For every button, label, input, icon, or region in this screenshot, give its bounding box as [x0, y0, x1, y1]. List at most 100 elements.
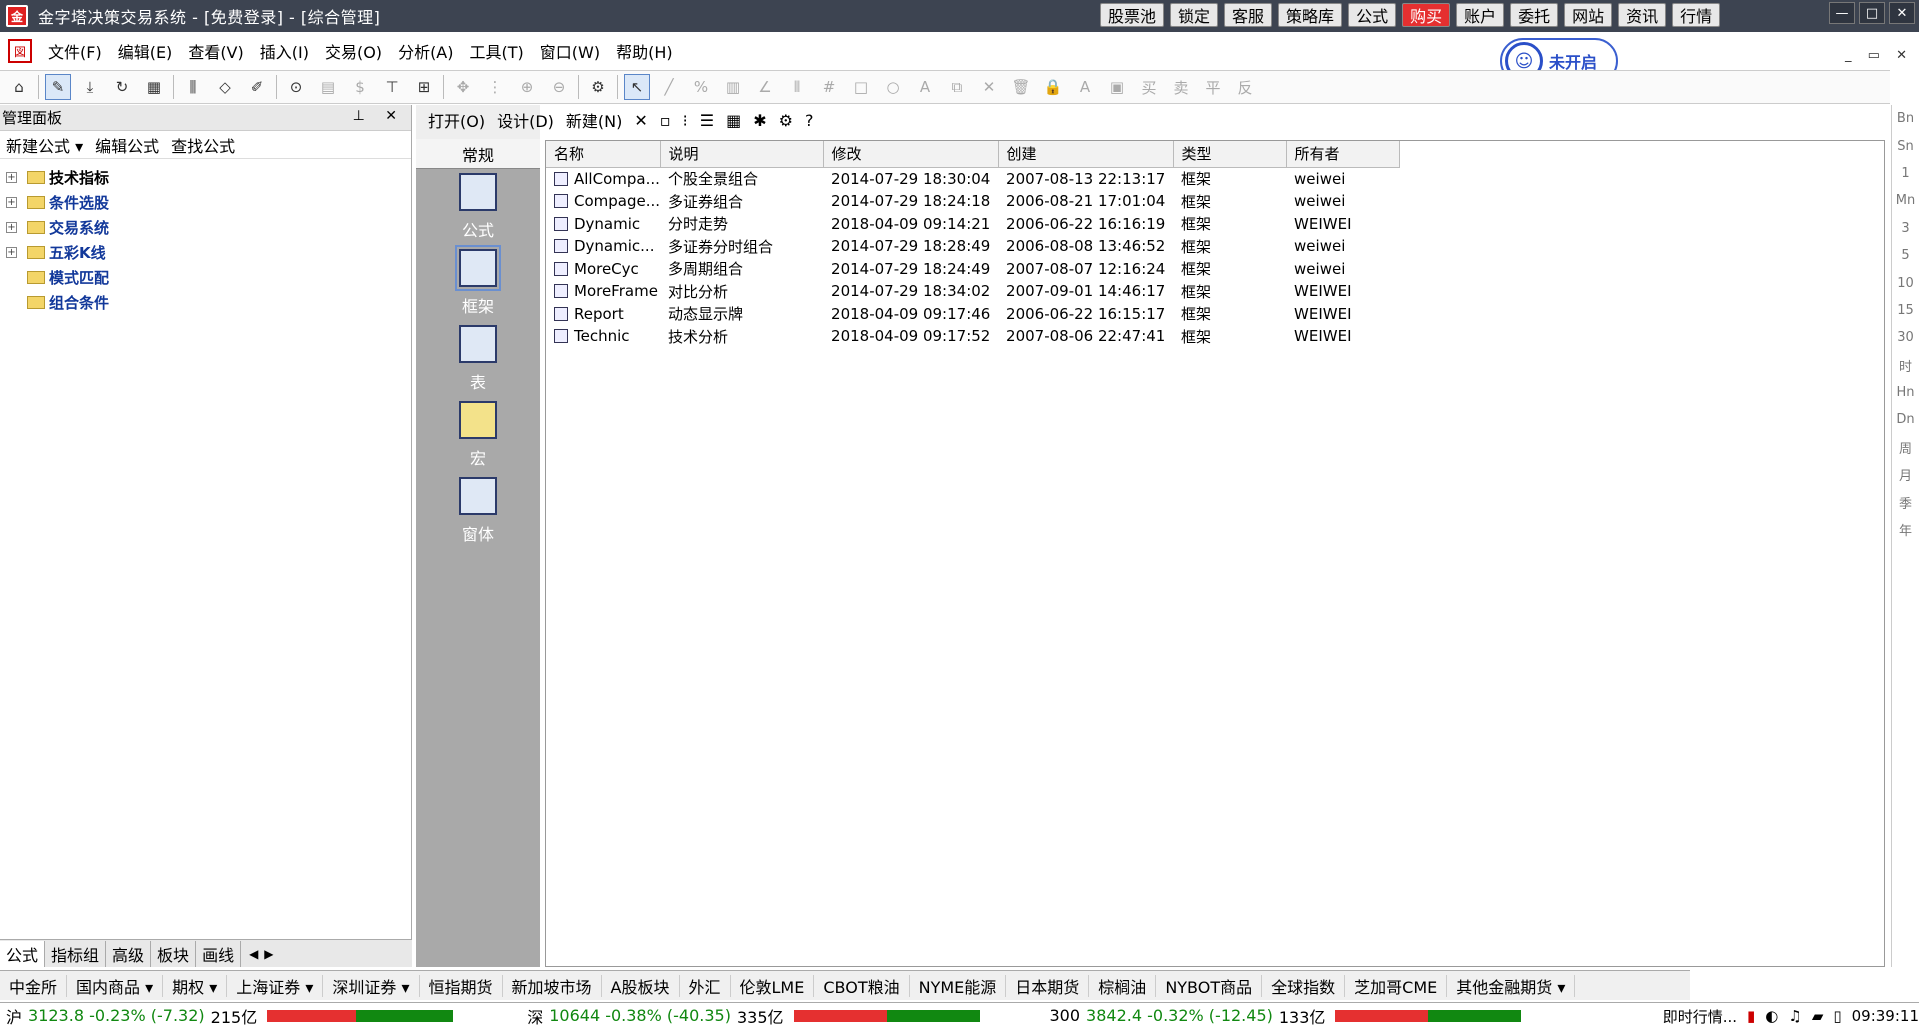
- chart-box-icon[interactable]: ⊞: [411, 74, 437, 100]
- new-button[interactable]: 新建(N): [566, 108, 622, 132]
- tree-item-pattern-match[interactable]: 模式匹配: [0, 265, 411, 290]
- period-button[interactable]: Hn: [1892, 379, 1919, 406]
- menu-help[interactable]: 帮助(H): [616, 39, 673, 63]
- column-type[interactable]: 类型: [1173, 141, 1287, 168]
- doc-logo-icon[interactable]: 図: [8, 39, 32, 63]
- formula-button[interactable]: 公式: [1348, 3, 1397, 27]
- category-macro[interactable]: 宏: [416, 397, 540, 473]
- tree-item-combo-conditions[interactable]: 组合条件: [0, 290, 411, 315]
- diamond-icon[interactable]: ◇: [212, 74, 238, 100]
- expand-icon[interactable]: +: [6, 247, 17, 258]
- percent-icon[interactable]: %: [688, 74, 714, 100]
- download-icon[interactable]: ⤓: [77, 74, 103, 100]
- buy-mark-icon[interactable]: 买: [1136, 74, 1162, 100]
- trash-icon[interactable]: 🗑: [1008, 74, 1034, 100]
- table-row[interactable]: Report 动态显示牌 2018-04-09 09:17:46 2006-06-22…: [546, 303, 1399, 326]
- parallel-icon[interactable]: ⫴: [784, 74, 810, 100]
- market-tab[interactable]: 中金所: [0, 974, 68, 997]
- tab-advanced[interactable]: 高级: [106, 940, 152, 967]
- market-tab[interactable]: A股板块: [602, 974, 680, 997]
- column-description[interactable]: 说明: [660, 141, 824, 168]
- website-button[interactable]: 网站: [1564, 3, 1613, 27]
- account-button[interactable]: 账户: [1456, 3, 1505, 27]
- market-tab[interactable]: 芝加哥CME: [1345, 974, 1448, 997]
- minimize-icon[interactable]: —: [1829, 2, 1855, 24]
- market-tab[interactable]: 新加坡市场: [503, 974, 602, 997]
- market-tab[interactable]: 期权 ▾: [163, 974, 228, 997]
- delete-x-icon[interactable]: ✕: [976, 74, 1002, 100]
- details-view-icon[interactable]: ▦: [726, 111, 741, 130]
- category-table[interactable]: 表: [416, 321, 540, 397]
- database-icon[interactable]: ▮: [1747, 1007, 1755, 1025]
- market-tab[interactable]: 上海证券 ▾: [227, 974, 324, 997]
- buy-button[interactable]: 购买: [1402, 3, 1451, 27]
- category-form[interactable]: 窗体: [416, 473, 540, 549]
- period-button[interactable]: 15: [1892, 297, 1919, 324]
- column-name[interactable]: 名称: [546, 141, 661, 168]
- table-row[interactable]: MoreCyc 多周期组合 2014-07-29 18:24:49 2007-08-0…: [546, 258, 1399, 281]
- order-button[interactable]: 委托: [1510, 3, 1559, 27]
- grid-layout-icon[interactable]: ▦: [141, 74, 167, 100]
- filter-icon[interactable]: ⊤: [379, 74, 405, 100]
- news-button[interactable]: 资讯: [1618, 3, 1667, 27]
- angle-icon[interactable]: ∠: [752, 74, 778, 100]
- menu-insert[interactable]: 插入(I): [260, 39, 309, 63]
- market-tab[interactable]: 国内商品 ▾: [67, 974, 164, 997]
- tab-drawing[interactable]: 画线: [196, 940, 242, 967]
- expand-icon[interactable]: +: [6, 172, 17, 183]
- market-tab[interactable]: 深圳证券 ▾: [323, 974, 420, 997]
- market-tab[interactable]: 棕榈油: [1089, 974, 1157, 997]
- table-row[interactable]: Dynamic... 多证券分时组合 2014-07-29 18:28:49 2006…: [546, 235, 1399, 258]
- period-button[interactable]: 周: [1892, 434, 1919, 461]
- small-icons-icon[interactable]: ⁝: [683, 111, 688, 130]
- period-button[interactable]: 月: [1892, 461, 1919, 488]
- table-row[interactable]: Compage... 多证券组合 2014-07-29 18:24:18 2006-0…: [546, 190, 1399, 213]
- new-formula-button[interactable]: 新建公式 ▾: [6, 133, 83, 157]
- line-icon[interactable]: ╱: [656, 74, 682, 100]
- flat-mark-icon[interactable]: 平: [1200, 74, 1226, 100]
- zoom-out-icon[interactable]: ⊖: [546, 74, 572, 100]
- market-tab[interactable]: CBOT粮油: [814, 974, 910, 997]
- menu-trade[interactable]: 交易(O): [325, 39, 382, 63]
- tree-item-color-kline[interactable]: + 五彩K线: [0, 240, 411, 265]
- lock-icon[interactable]: 🔒: [1040, 74, 1066, 100]
- candlestick-icon[interactable]: ⫼: [180, 74, 206, 100]
- period-button[interactable]: 10: [1892, 269, 1919, 296]
- close-icon[interactable]: ✕: [1889, 2, 1915, 24]
- table-row[interactable]: MoreFrame 对比分析 2014-07-29 18:34:02 2007-09-…: [546, 280, 1399, 303]
- pencil-icon[interactable]: ✐: [244, 74, 270, 100]
- tab-sector[interactable]: 板块: [151, 940, 197, 967]
- column-created[interactable]: 创建: [998, 141, 1174, 168]
- table-row[interactable]: Dynamic 分时走势 2018-04-09 09:14:21 2006-06-22…: [546, 213, 1399, 236]
- menu-analysis[interactable]: 分析(A): [398, 39, 453, 63]
- market-tab[interactable]: 伦敦LME: [731, 974, 815, 997]
- bell-icon[interactable]: ♫: [1788, 1007, 1801, 1025]
- market-tab[interactable]: NYME能源: [910, 974, 1007, 997]
- table-row[interactable]: Technic 技术分析 2018-04-09 09:17:52 2007-08-06…: [546, 325, 1399, 348]
- bars-icon[interactable]: ▥: [720, 74, 746, 100]
- stock-pool-button[interactable]: 股票池: [1100, 3, 1165, 27]
- period-button[interactable]: 30: [1892, 324, 1919, 351]
- realtime-quotes-button[interactable]: 即时行情...: [1663, 1006, 1737, 1027]
- market-tab[interactable]: 外汇: [680, 974, 731, 997]
- dollar-icon[interactable]: $: [347, 74, 373, 100]
- find-formula-button[interactable]: 查找公式: [171, 133, 235, 157]
- period-button[interactable]: 年: [1892, 516, 1919, 543]
- tree-item-trading-system[interactable]: + 交易系统: [0, 215, 411, 240]
- period-button[interactable]: Bn: [1892, 105, 1919, 132]
- ticket-icon[interactable]: ▰: [1812, 1007, 1824, 1025]
- delete-icon[interactable]: ✕: [634, 111, 647, 130]
- ruler-icon[interactable]: ✎: [45, 74, 71, 100]
- tree-item-stock-screening[interactable]: + 条件选股: [0, 190, 411, 215]
- copy-icon[interactable]: ⧉: [944, 74, 970, 100]
- period-button[interactable]: Sn: [1892, 132, 1919, 159]
- period-button[interactable]: 季: [1892, 488, 1919, 515]
- quotes-button[interactable]: 行情: [1672, 3, 1721, 27]
- rectangle-icon[interactable]: □: [848, 74, 874, 100]
- list-view-icon[interactable]: ☰: [700, 111, 714, 130]
- properties-gear-icon[interactable]: ✱: [753, 111, 766, 130]
- strategy-library-button[interactable]: 策略库: [1278, 3, 1343, 27]
- settings-gear-icon[interactable]: ⚙: [779, 111, 793, 130]
- settings-gear-icon[interactable]: ⚙: [585, 74, 611, 100]
- market-tab[interactable]: NYBOT商品: [1156, 974, 1263, 997]
